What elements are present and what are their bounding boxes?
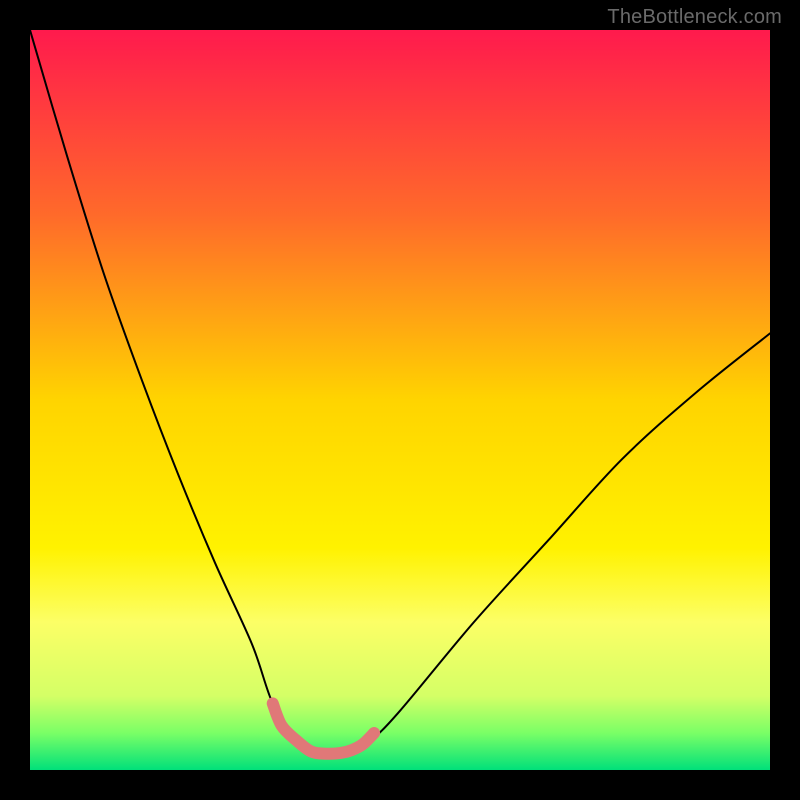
bottleneck-chart	[30, 30, 770, 770]
chart-background	[30, 30, 770, 770]
chart-svg	[30, 30, 770, 770]
watermark-text: TheBottleneck.com	[607, 6, 782, 29]
